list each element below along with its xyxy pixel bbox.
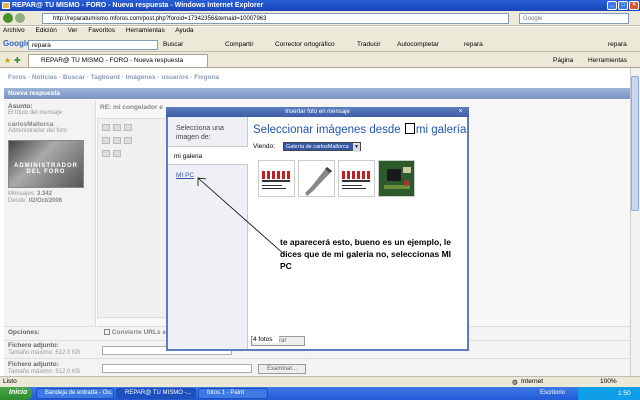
google-search-input[interactable]: repara bbox=[28, 40, 158, 50]
menu-edicion[interactable]: Edición bbox=[36, 27, 57, 34]
menu-bar: Archivo Edición Ver Favoritos Herramient… bbox=[0, 27, 640, 37]
user-name: carlosMallorca bbox=[8, 121, 54, 128]
viendo-label: Viendo: bbox=[253, 143, 275, 150]
ie-icon bbox=[2, 2, 10, 9]
image-icon[interactable] bbox=[102, 150, 110, 157]
status-text: Listo bbox=[3, 378, 17, 385]
dialog-heading: Seleccionar imágenes desde mi galería bbox=[253, 123, 466, 136]
link-icon[interactable] bbox=[113, 150, 121, 157]
minimize-button[interactable]: _ bbox=[607, 1, 617, 10]
scrollbar-thumb[interactable] bbox=[631, 76, 639, 211]
menu-archivo[interactable]: Archivo bbox=[3, 27, 25, 34]
menu-ayuda[interactable]: Ayuda bbox=[175, 27, 193, 34]
copy-icon[interactable] bbox=[113, 124, 121, 131]
source-mi-galeria[interactable]: mi galeria bbox=[168, 146, 248, 165]
back-icon[interactable] bbox=[3, 13, 13, 23]
bold-icon[interactable] bbox=[102, 137, 110, 144]
italic-icon[interactable] bbox=[113, 137, 121, 144]
tab-current[interactable]: REPAR@ TU MISMO - FORO - Nueva respuesta bbox=[28, 54, 208, 67]
section-title: Nueva respuesta bbox=[4, 88, 630, 99]
address-input[interactable]: http://reparatumismo.mforos.com/post.php… bbox=[42, 13, 509, 24]
dialog-heading-left: Seleccionar imágenes desde bbox=[253, 124, 401, 136]
search-input[interactable]: Google bbox=[519, 13, 629, 24]
maximize-button[interactable]: □ bbox=[618, 1, 628, 10]
mensajes-row: Mensajes: 3.342 bbox=[8, 191, 52, 197]
fichero2-row bbox=[4, 358, 630, 376]
photo-count: 4 fotos bbox=[253, 336, 279, 343]
dialog-title: Insertar foto en mensaje bbox=[166, 107, 469, 117]
taskbar-lang[interactable]: Escritorio bbox=[540, 390, 565, 396]
photo-thumbnail[interactable] bbox=[298, 160, 335, 197]
opciones-label: Opciones: bbox=[8, 329, 40, 336]
chevron-down-icon: ▾ bbox=[353, 143, 360, 152]
repara-link[interactable]: repara bbox=[464, 41, 483, 48]
herramientas-menu[interactable]: Herramientas bbox=[588, 57, 627, 64]
asunto-value[interactable]: RE: mi congelador e bbox=[100, 104, 163, 111]
convierte-label: Convierte URLs e bbox=[111, 329, 166, 336]
task-outlook[interactable]: Bandeja de entrada - Ou... bbox=[36, 388, 114, 399]
start-button[interactable]: Inicio bbox=[0, 387, 32, 400]
annotation-text: te aparecerá esto, bueno es un ejemplo, … bbox=[280, 237, 452, 271]
gallery-select[interactable]: Galería de carlosMallorca ▾ bbox=[283, 142, 361, 152]
autocompletar-button[interactable]: Autocompletar bbox=[397, 41, 439, 48]
google-logo: Google bbox=[3, 39, 31, 48]
mensajes-value: 3.342 bbox=[37, 191, 53, 197]
editor-toolbar bbox=[97, 118, 177, 318]
menu-herramientas[interactable]: Herramientas bbox=[126, 27, 165, 34]
examinar-button[interactable]: Examinar... bbox=[258, 364, 306, 374]
underline-icon[interactable] bbox=[124, 137, 132, 144]
fichero2-input[interactable] bbox=[102, 364, 252, 373]
clock: 1:50 bbox=[618, 390, 631, 397]
breadcrumb[interactable]: Foros · Noticias · Buscar · Tagboard · I… bbox=[8, 74, 219, 81]
avatar: ADMINISTRADOR DEL FORO bbox=[8, 140, 84, 188]
desde-value: 02/Oct/2006 bbox=[28, 198, 63, 204]
system-tray: 1:50 bbox=[578, 387, 640, 400]
menu-ver[interactable]: Ver bbox=[68, 27, 78, 34]
pagina-menu[interactable]: Página bbox=[553, 57, 573, 64]
forward-icon[interactable] bbox=[15, 13, 25, 23]
status-bar: Listo ◍ Internet 100% bbox=[0, 376, 640, 387]
status-zoom[interactable]: 100% bbox=[600, 378, 617, 385]
photo-thumbnail[interactable] bbox=[378, 160, 415, 197]
desde-row: Desde: 02/Oct/2006 bbox=[8, 198, 62, 204]
fichero1-sub: Tamaño máximo: 512.0 KB bbox=[8, 350, 81, 356]
window-title: REPAR@ TU MISMO - FORO - Nueva respuesta… bbox=[12, 2, 264, 9]
user-role: Administrador del foro bbox=[8, 128, 67, 134]
desde-label: Desde: bbox=[8, 198, 28, 204]
favorites-star-icon[interactable]: ★ bbox=[4, 56, 11, 65]
status-zone: Internet bbox=[521, 378, 544, 385]
buscar-button[interactable]: Buscar bbox=[163, 41, 183, 48]
convierte-checkbox[interactable] bbox=[104, 329, 110, 335]
convierte-option[interactable]: Convierte URLs e bbox=[104, 329, 166, 336]
mensajes-label: Mensajes: bbox=[8, 191, 36, 197]
select-source-header: Selecciona una imagen de: bbox=[176, 125, 224, 141]
dialog-close-icon[interactable]: × bbox=[455, 108, 466, 116]
asunto-label: Asunto: bbox=[8, 103, 33, 110]
globe-icon: ◍ bbox=[512, 379, 518, 386]
annotation-arrow bbox=[197, 177, 286, 256]
fichero2-label: Fichero adjunto: bbox=[8, 361, 59, 368]
task-ie[interactable]: REPAR@ TU MISMO -... bbox=[116, 388, 196, 399]
photo-thumbnail[interactable] bbox=[338, 160, 375, 197]
fichero1-label: Fichero adjunto: bbox=[8, 342, 59, 349]
asunto-sub: El título del mensaje bbox=[8, 110, 63, 116]
close-window-button[interactable]: × bbox=[629, 1, 639, 10]
add-favorite-icon[interactable]: ✚ bbox=[14, 56, 21, 65]
traducir-button[interactable]: Traducir bbox=[357, 41, 381, 48]
dialog-heading-right: mi galería bbox=[415, 124, 467, 136]
window-title-bar: REPAR@ TU MISMO - FORO - Nueva respuesta… bbox=[0, 0, 640, 11]
task-paint[interactable]: fotos 1 - Paint bbox=[198, 388, 268, 399]
repara-right-link[interactable]: repara bbox=[608, 41, 627, 48]
corrector-button[interactable]: Corrector ortográfico bbox=[275, 41, 335, 48]
heading-checkbox-icon bbox=[404, 123, 415, 134]
fichero2-sub: Tamaño máximo: 512.0 KB bbox=[8, 369, 81, 375]
gallery-select-value: Galería de carlosMallorca bbox=[286, 144, 349, 150]
cut-icon[interactable] bbox=[102, 124, 110, 131]
menu-favoritos[interactable]: Favoritos bbox=[88, 27, 115, 34]
paste-icon[interactable] bbox=[124, 124, 132, 131]
compartir-button[interactable]: Compartir bbox=[225, 41, 254, 48]
